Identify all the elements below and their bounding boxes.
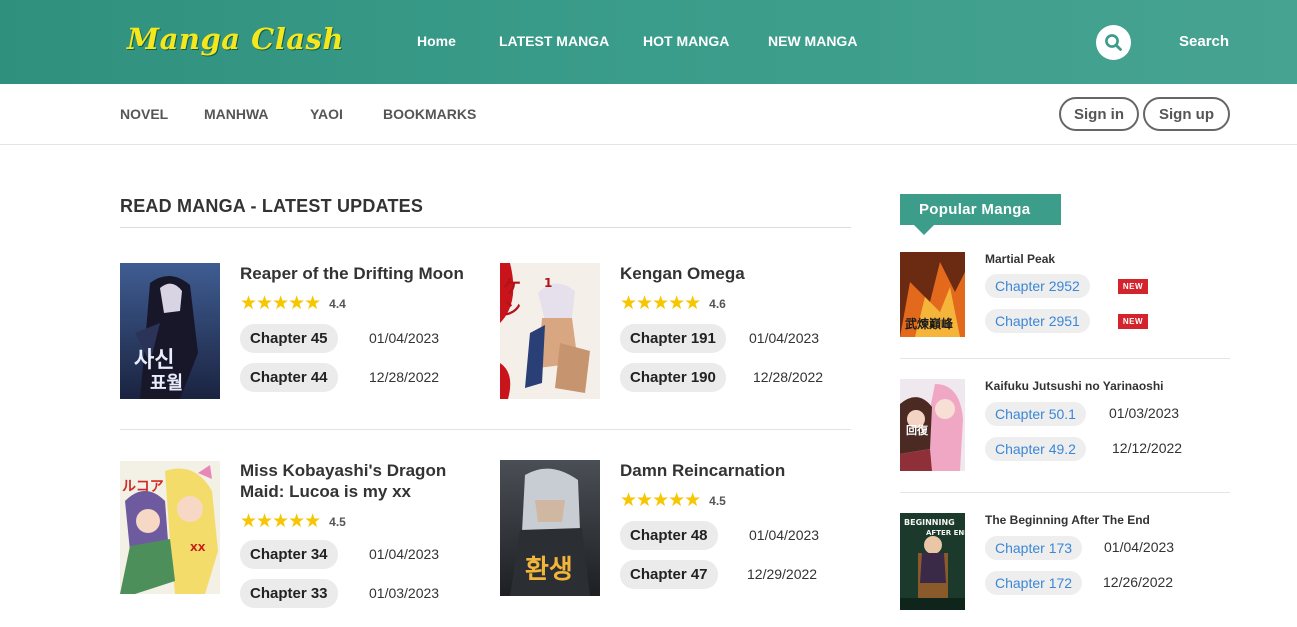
popular-chapter-button[interactable]: Chapter 2952 — [985, 274, 1090, 298]
nav-new-manga[interactable]: NEW MANGA — [768, 33, 857, 49]
star-rating-icon: ★★★★★ — [240, 293, 321, 314]
popular-chapter-button[interactable]: Chapter 172 — [985, 571, 1083, 595]
chapter-button[interactable]: Chapter 44 — [240, 363, 338, 392]
svg-text:1: 1 — [544, 276, 552, 290]
star-rating-icon: ★★★★★ — [240, 511, 321, 532]
chapter-button[interactable]: Chapter 34 — [240, 540, 338, 569]
chapter-date: 01/04/2023 — [749, 527, 820, 543]
popular-chapter-button[interactable]: Chapter 2951 — [985, 309, 1090, 333]
nav-yaoi[interactable]: YAOI — [310, 106, 343, 122]
sidebar-divider — [900, 492, 1230, 493]
rating: ★★★★★ 4.4 — [240, 292, 346, 315]
svg-text:ルコア: ルコア — [122, 479, 164, 495]
popular-title[interactable]: Kaifuku Jutsushi no Yarinaoshi — [985, 379, 1163, 393]
section-divider — [120, 227, 851, 228]
heading-pointer — [914, 225, 934, 235]
popular-thumbnail[interactable]: 武煉巔峰 — [900, 252, 965, 337]
rating-score: 4.6 — [709, 296, 726, 311]
manga-title[interactable]: Damn Reincarnation — [620, 460, 850, 481]
search-icon — [1105, 34, 1122, 51]
search-button[interactable] — [1096, 25, 1131, 60]
rating-score: 4.5 — [709, 493, 726, 508]
chapter-button[interactable]: Chapter 33 — [240, 579, 338, 608]
popular-chapter-button[interactable]: Chapter 50.1 — [985, 402, 1086, 426]
chapter-date: 01/04/2023 — [369, 330, 440, 346]
rating-score: 4.5 — [329, 514, 346, 529]
rating: ★★★★★ 4.6 — [620, 292, 726, 315]
chapter-button[interactable]: Chapter 45 — [240, 324, 338, 353]
svg-text:回復: 回復 — [906, 423, 929, 437]
sign-up-button[interactable]: Sign up — [1143, 97, 1230, 131]
popular-title[interactable]: Martial Peak — [985, 252, 1055, 266]
popular-chapter-date: 12/12/2022 — [1112, 440, 1183, 456]
row-divider — [120, 429, 851, 430]
chapter-date: 01/04/2023 — [749, 330, 820, 346]
manga-title[interactable]: Kengan Omega — [620, 263, 850, 284]
chapter-button[interactable]: Chapter 48 — [620, 521, 718, 550]
nav-hot-manga[interactable]: HOT MANGA — [643, 33, 729, 49]
chapter-button[interactable]: Chapter 47 — [620, 560, 718, 589]
popular-thumbnail[interactable]: 回復 — [900, 379, 965, 471]
manga-cover[interactable]: ケ ン 1 — [500, 263, 600, 399]
section-title-latest: READ MANGA - LATEST UPDATES — [120, 196, 424, 216]
manga-cover[interactable]: ルコア XX — [120, 461, 220, 594]
chapter-date: 01/04/2023 — [369, 546, 440, 562]
star-rating-icon: ★★★★★ — [620, 490, 701, 511]
popular-title[interactable]: The Beginning After The End — [985, 513, 1150, 527]
new-badge: NEW — [1118, 279, 1148, 294]
nav-home[interactable]: Home — [417, 33, 456, 49]
sidebar-divider — [900, 358, 1230, 359]
popular-chapter-date: 01/04/2023 — [1104, 539, 1175, 555]
rating: ★★★★★ 4.5 — [620, 489, 726, 512]
manga-card: 환생 Damn Reincarnation ★★★★★ 4.5 Chapter … — [500, 460, 860, 620]
chapter-date: 12/28/2022 — [753, 369, 824, 385]
rating: ★★★★★ 4.5 — [240, 510, 346, 533]
svg-text:환생: 환생 — [525, 555, 573, 585]
manga-title[interactable]: Reaper of the Drifting Moon — [240, 263, 470, 284]
svg-text:ン: ン — [503, 299, 521, 320]
svg-text:표월: 표월 — [150, 373, 183, 394]
svg-text:AFTER END: AFTER END — [926, 529, 965, 537]
popular-manga-heading: Popular Manga — [900, 194, 1061, 225]
manga-card: ルコア XX Miss Kobayashi's Dragon Maid: Luc… — [120, 460, 480, 620]
svg-text:XX: XX — [190, 543, 206, 554]
manga-cover[interactable]: 사신 표월 — [120, 263, 220, 399]
new-badge: NEW — [1118, 314, 1148, 329]
svg-text:武煉巔峰: 武煉巔峰 — [905, 316, 954, 331]
nav-novel[interactable]: NOVEL — [120, 106, 168, 122]
popular-chapter-button[interactable]: Chapter 173 — [985, 536, 1083, 560]
chapter-date: 12/28/2022 — [369, 369, 440, 385]
svg-text:BEGINNING: BEGINNING — [904, 518, 955, 527]
manga-cover[interactable]: 환생 — [500, 460, 600, 596]
manga-card: 사신 표월 Reaper of the Drifting Moon ★★★★★ … — [120, 263, 480, 423]
svg-text:ケ: ケ — [503, 277, 521, 298]
popular-thumbnail[interactable]: BEGINNING AFTER END — [900, 513, 965, 610]
nav-bookmarks[interactable]: BOOKMARKS — [383, 106, 476, 122]
site-logo[interactable]: Manga Clash — [127, 22, 344, 56]
popular-chapter-date: 12/26/2022 — [1103, 574, 1174, 590]
manga-card: ケ ン 1 Kengan Omega ★★★★★ 4.6 Chapter 191… — [500, 263, 860, 423]
site-header: Manga Clash Home LATEST MANGA HOT MANGA … — [0, 0, 1297, 84]
chapter-date: 01/03/2023 — [369, 585, 440, 601]
sign-in-button[interactable]: Sign in — [1059, 97, 1139, 131]
popular-chapter-date: 01/03/2023 — [1109, 405, 1180, 421]
nav-latest-manga[interactable]: LATEST MANGA — [499, 33, 609, 49]
manga-title[interactable]: Miss Kobayashi's Dragon Maid: Lucoa is m… — [240, 460, 470, 502]
sub-header: NOVEL MANHWA YAOI BOOKMARKS Sign in Sign… — [0, 84, 1297, 145]
chapter-date: 12/29/2022 — [747, 566, 818, 582]
nav-manhwa[interactable]: MANHWA — [204, 106, 269, 122]
star-rating-icon: ★★★★★ — [620, 293, 701, 314]
chapter-button[interactable]: Chapter 190 — [620, 363, 726, 392]
svg-text:사신: 사신 — [134, 348, 174, 373]
chapter-button[interactable]: Chapter 191 — [620, 324, 726, 353]
rating-score: 4.4 — [329, 296, 346, 311]
search-link[interactable]: Search — [1179, 33, 1229, 50]
popular-chapter-button[interactable]: Chapter 49.2 — [985, 437, 1086, 461]
